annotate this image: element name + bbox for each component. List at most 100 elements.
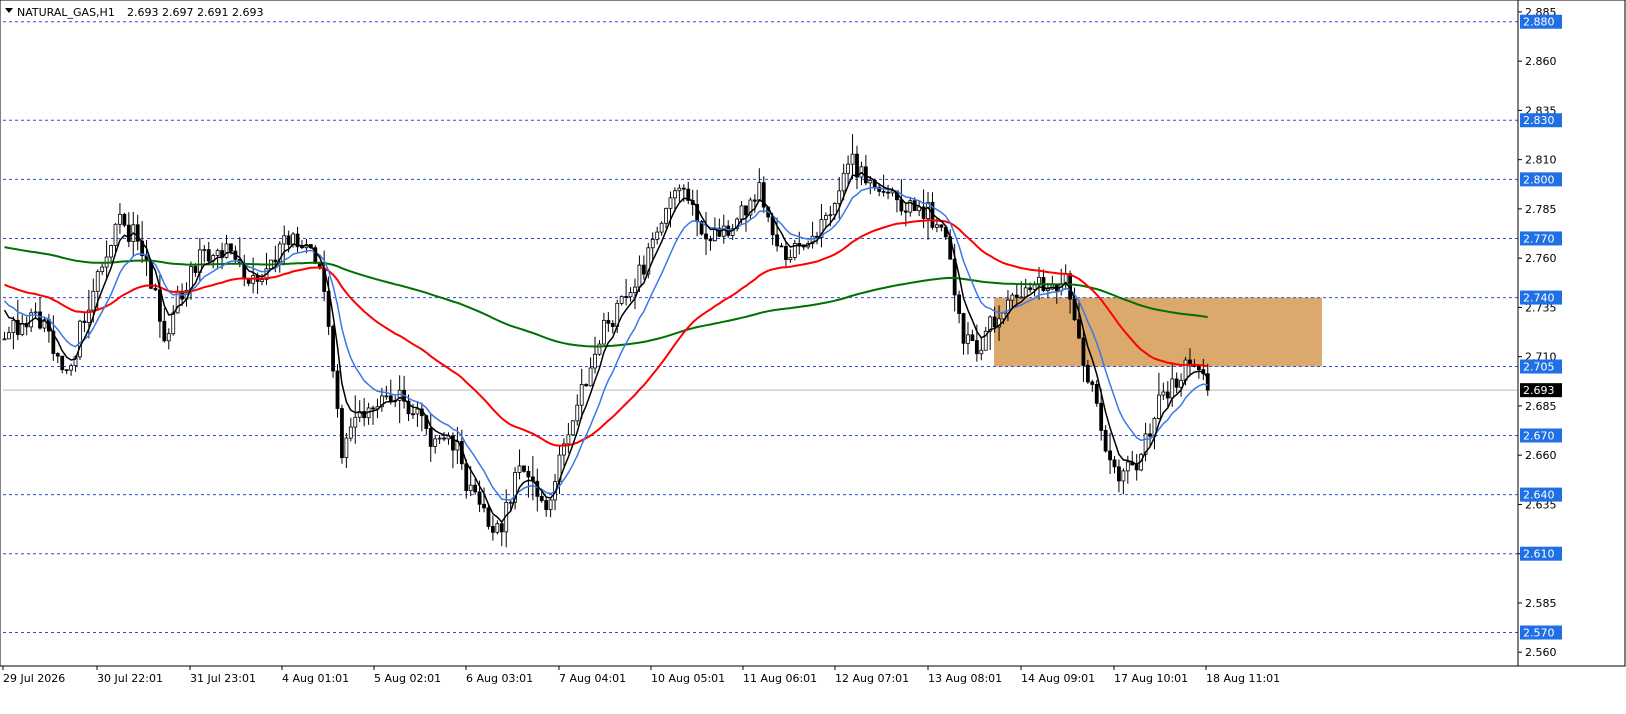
symbol-label: NATURAL_GAS,H1 bbox=[17, 6, 115, 19]
candle-body bbox=[1125, 461, 1130, 472]
candle-body bbox=[650, 238, 655, 249]
collapse-triangle-icon[interactable] bbox=[5, 8, 13, 13]
candle-body bbox=[1028, 287, 1033, 290]
time-tick-label: 14 Aug 09:01 bbox=[1021, 672, 1095, 685]
candle-body bbox=[668, 197, 673, 209]
candle-body bbox=[966, 334, 970, 344]
candle-body bbox=[260, 279, 264, 282]
candle-body bbox=[206, 249, 211, 262]
level-badge-label: 2.705 bbox=[1523, 361, 1555, 374]
candle-body bbox=[64, 369, 69, 372]
supply-zone[interactable] bbox=[994, 297, 1322, 367]
time-tick-label: 7 Aug 04:01 bbox=[559, 672, 626, 685]
candle-body bbox=[739, 205, 744, 220]
current-price-label: 2.693 bbox=[1523, 384, 1555, 397]
candle-body bbox=[970, 334, 975, 342]
candle-body bbox=[69, 365, 73, 371]
candle-body bbox=[957, 294, 961, 314]
time-tick-label: 5 Aug 02:01 bbox=[374, 672, 441, 685]
candle-body bbox=[1108, 450, 1112, 461]
candle-body bbox=[784, 246, 788, 260]
candle-body bbox=[628, 292, 633, 298]
candle-body bbox=[433, 438, 438, 447]
candle-body bbox=[1121, 470, 1126, 482]
time-axis[interactable]: 29 Jul 2026 30 Jul 22:01 31 Jul 23:01 4 Aug… bbox=[2, 666, 1280, 685]
candle-body bbox=[11, 319, 16, 334]
candle-body bbox=[752, 199, 757, 202]
supply-zone-rect[interactable] bbox=[994, 297, 1322, 367]
candle-body bbox=[1077, 319, 1081, 339]
candle-body bbox=[1014, 294, 1019, 298]
candle-body bbox=[384, 395, 389, 398]
candle-body bbox=[486, 507, 491, 527]
candle-body bbox=[939, 224, 944, 228]
candle-body bbox=[899, 199, 904, 212]
candle-body bbox=[832, 203, 837, 216]
candle-body bbox=[606, 319, 611, 324]
candle-body bbox=[1023, 287, 1028, 298]
candle-body bbox=[721, 225, 726, 237]
time-tick-label: 13 Aug 08:01 bbox=[928, 672, 1002, 685]
ohlc-readout: 2.693 2.697 2.691 2.693 bbox=[127, 6, 263, 19]
candle-body bbox=[593, 353, 597, 369]
price-tick-label: 2.785 bbox=[1525, 203, 1557, 216]
candle-body bbox=[886, 191, 890, 194]
candle-body bbox=[974, 340, 979, 355]
candle-body bbox=[584, 384, 589, 387]
candle-body bbox=[348, 426, 353, 439]
candle-body bbox=[570, 420, 575, 436]
level-badge-label: 2.740 bbox=[1523, 292, 1555, 305]
level-badge-label: 2.830 bbox=[1523, 114, 1555, 127]
candle-body bbox=[300, 246, 304, 249]
candle-body bbox=[522, 465, 526, 472]
candle-body bbox=[548, 499, 553, 511]
candle-body bbox=[775, 234, 779, 247]
candle-body bbox=[704, 233, 708, 240]
candle-body bbox=[118, 213, 122, 225]
candle-body bbox=[229, 243, 233, 252]
candle-body bbox=[961, 313, 966, 344]
candle-body bbox=[1183, 359, 1188, 381]
price-tick-label: 2.685 bbox=[1525, 400, 1557, 413]
plot-border bbox=[0, 0, 1626, 667]
candle-body bbox=[113, 223, 118, 246]
price-tick-label: 2.860 bbox=[1525, 55, 1557, 68]
price-axis[interactable]: 2.5602.5852.6102.6352.6602.6852.7102.735… bbox=[1518, 6, 1562, 659]
candle-body bbox=[664, 207, 668, 224]
candle-body bbox=[610, 322, 615, 327]
candle-body bbox=[824, 215, 828, 220]
candle-body bbox=[340, 408, 344, 459]
candle-body bbox=[566, 434, 571, 445]
candle-body bbox=[224, 243, 229, 258]
candle-body bbox=[202, 249, 207, 252]
candle-body bbox=[588, 367, 593, 387]
candle-body bbox=[344, 437, 349, 459]
candle-body bbox=[371, 407, 375, 410]
candle-body bbox=[286, 235, 291, 246]
candle-body bbox=[1112, 459, 1117, 468]
candle-body bbox=[1134, 464, 1139, 471]
candle-body bbox=[1103, 429, 1108, 452]
candle-body bbox=[979, 349, 984, 355]
candle-body bbox=[677, 187, 682, 192]
time-tick-label: 12 Aug 07:01 bbox=[835, 672, 909, 685]
candle-body bbox=[109, 245, 113, 258]
level-badge-label: 2.880 bbox=[1523, 16, 1555, 29]
price-tick-label: 2.760 bbox=[1525, 252, 1557, 265]
candle-body bbox=[1148, 433, 1152, 437]
level-badge-label: 2.800 bbox=[1523, 173, 1555, 186]
candle-body bbox=[1081, 337, 1086, 366]
level-badge-label: 2.670 bbox=[1523, 429, 1555, 442]
candle-body bbox=[451, 435, 455, 451]
candle-body bbox=[193, 266, 198, 273]
candle-body bbox=[1094, 384, 1099, 404]
candle-body bbox=[353, 416, 358, 428]
time-tick-label: 30 Jul 22:01 bbox=[97, 672, 163, 685]
candle-body bbox=[482, 503, 486, 509]
level-badge-label: 2.770 bbox=[1523, 232, 1555, 245]
candle-body bbox=[490, 526, 495, 533]
candle-body bbox=[517, 465, 522, 473]
candle-body bbox=[855, 153, 859, 178]
price-chart[interactable]: 2.5602.5852.6102.6352.6602.6852.7102.735… bbox=[0, 0, 1626, 714]
candle-body bbox=[95, 271, 100, 292]
